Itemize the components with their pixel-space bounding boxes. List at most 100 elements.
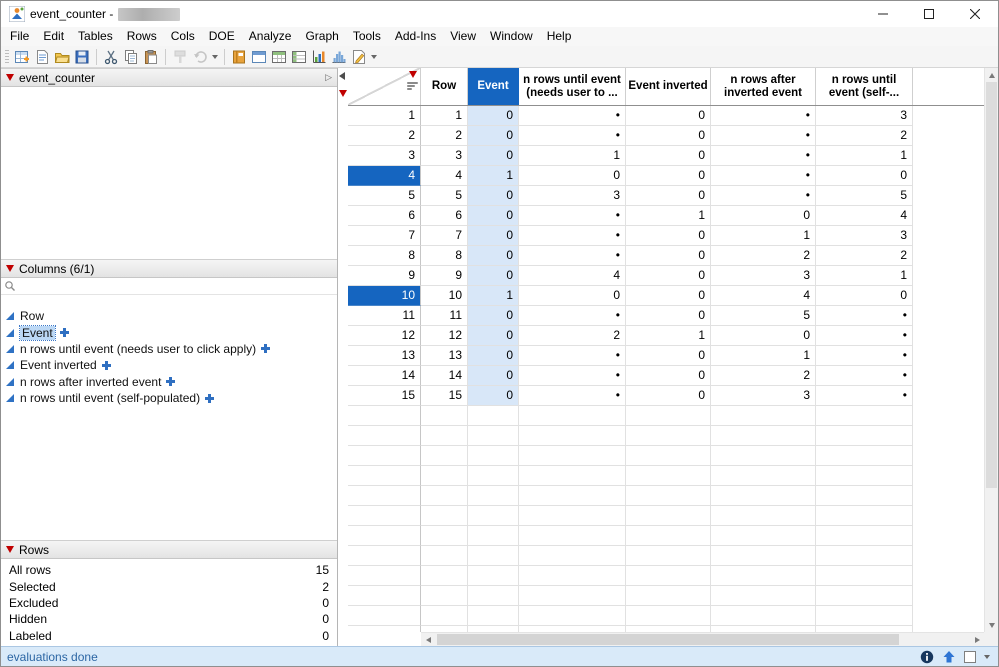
summary-table-icon[interactable] <box>269 47 289 67</box>
table-cell[interactable] <box>421 426 468 446</box>
table-cell[interactable]: • <box>711 106 816 126</box>
menu-tools[interactable]: Tools <box>346 27 388 46</box>
column-header-event-inverted[interactable]: Event inverted <box>626 68 711 105</box>
row-header[interactable]: 15 <box>348 386 421 406</box>
table-cell[interactable] <box>468 426 519 446</box>
table-cell[interactable] <box>626 406 711 426</box>
menu-help[interactable]: Help <box>540 27 579 46</box>
menu-doe[interactable]: DOE <box>202 27 242 46</box>
table-cell[interactable]: 0 <box>626 166 711 186</box>
table-cell[interactable] <box>468 506 519 526</box>
table-cell[interactable]: 14 <box>421 366 468 386</box>
row-header[interactable]: 1 <box>348 106 421 126</box>
table-cell[interactable] <box>626 486 711 506</box>
table-cell[interactable] <box>421 566 468 586</box>
row-header[interactable]: 12 <box>348 326 421 346</box>
minimize-button[interactable] <box>860 1 906 27</box>
table-cell[interactable]: 4 <box>711 286 816 306</box>
table-cell[interactable]: 0 <box>468 366 519 386</box>
table-cell[interactable] <box>711 466 816 486</box>
table-cell[interactable]: 0 <box>468 106 519 126</box>
table-cell[interactable]: 0 <box>468 326 519 346</box>
table-cell[interactable]: 2 <box>711 246 816 266</box>
table-cell[interactable] <box>468 546 519 566</box>
table-cell[interactable]: 1 <box>468 286 519 306</box>
row-header[interactable]: 14 <box>348 366 421 386</box>
table-cell[interactable] <box>421 586 468 606</box>
row-header[interactable] <box>348 526 421 546</box>
table-cell[interactable]: 3 <box>816 226 913 246</box>
menu-edit[interactable]: Edit <box>36 27 71 46</box>
table-cell[interactable]: • <box>816 326 913 346</box>
scroll-left-arrow-icon[interactable] <box>421 633 435 646</box>
column-header-n-rows-after[interactable]: n rows after inverted event <box>711 68 816 105</box>
columns-menu-red-triangle-icon[interactable] <box>409 71 417 78</box>
script-editor-icon[interactable] <box>349 47 369 67</box>
table-cell[interactable] <box>468 446 519 466</box>
table-cell[interactable]: 1 <box>468 166 519 186</box>
table-cell[interactable] <box>816 526 913 546</box>
table-cell[interactable]: 0 <box>626 266 711 286</box>
table-cell[interactable] <box>519 446 626 466</box>
table-cell[interactable] <box>816 466 913 486</box>
table-cell[interactable]: • <box>711 126 816 146</box>
scroll-up-arrow-icon[interactable] <box>985 68 998 82</box>
table-cell[interactable] <box>711 566 816 586</box>
new-script-icon[interactable] <box>32 47 52 67</box>
table-cell[interactable]: 1 <box>816 146 913 166</box>
red-triangle-icon[interactable] <box>6 265 14 272</box>
table-cell[interactable] <box>519 506 626 526</box>
table-cell[interactable]: 2 <box>816 126 913 146</box>
row-header[interactable]: 10 <box>348 286 421 306</box>
table-cell[interactable]: 0 <box>626 246 711 266</box>
table-cell[interactable] <box>421 406 468 426</box>
horizontal-scrollbar[interactable] <box>421 632 984 646</box>
table-cell[interactable]: 1 <box>519 146 626 166</box>
row-header[interactable]: 11 <box>348 306 421 326</box>
column-header-n-rows-until-event[interactable]: n rows until event (needs user to ... <box>519 68 626 105</box>
table-cell[interactable] <box>626 426 711 446</box>
table-corner-cell[interactable] <box>348 68 421 105</box>
table-cell[interactable] <box>711 426 816 446</box>
table-cell[interactable] <box>626 606 711 626</box>
journal-icon[interactable] <box>229 47 249 67</box>
table-cell[interactable] <box>468 466 519 486</box>
table-cell[interactable]: 0 <box>626 146 711 166</box>
table-cell[interactable]: 2 <box>816 246 913 266</box>
info-icon[interactable] <box>920 650 934 664</box>
table-cell[interactable] <box>421 446 468 466</box>
table-cell[interactable] <box>468 486 519 506</box>
table-cell[interactable] <box>519 466 626 486</box>
table-cell[interactable]: 0 <box>626 186 711 206</box>
row-header[interactable] <box>348 566 421 586</box>
table-cell[interactable]: • <box>816 306 913 326</box>
table-cell[interactable] <box>816 606 913 626</box>
table-cell[interactable]: 0 <box>468 266 519 286</box>
subset-table-icon[interactable] <box>289 47 309 67</box>
rows-stat-labeled[interactable]: Labeled 0 <box>1 628 337 644</box>
table-cell[interactable]: 15 <box>421 386 468 406</box>
table-cell[interactable]: 5 <box>421 186 468 206</box>
row-header[interactable]: 8 <box>348 246 421 266</box>
table-cell[interactable] <box>421 486 468 506</box>
column-item-n-rows-until-event-apply[interactable]: n rows until event (needs user to click … <box>1 341 337 357</box>
row-header[interactable] <box>348 426 421 446</box>
table-cell[interactable]: • <box>816 386 913 406</box>
table-cell[interactable]: 1 <box>711 226 816 246</box>
row-header[interactable] <box>348 546 421 566</box>
rows-stat-hidden[interactable]: Hidden 0 <box>1 611 337 627</box>
table-cell[interactable]: 3 <box>711 266 816 286</box>
table-cell[interactable]: 0 <box>626 226 711 246</box>
column-item-n-rows-until-self[interactable]: n rows until event (self-populated) <box>1 390 337 406</box>
table-cell[interactable]: 0 <box>468 126 519 146</box>
table-cell[interactable]: 0 <box>711 206 816 226</box>
table-cell[interactable] <box>816 486 913 506</box>
row-header[interactable]: 6 <box>348 206 421 226</box>
table-cell[interactable] <box>711 446 816 466</box>
row-header[interactable]: 2 <box>348 126 421 146</box>
table-cell[interactable]: 10 <box>421 286 468 306</box>
window-box-icon[interactable] <box>964 650 976 663</box>
table-cell[interactable]: 2 <box>711 366 816 386</box>
table-cell[interactable]: 1 <box>816 266 913 286</box>
table-cell[interactable]: 0 <box>519 286 626 306</box>
